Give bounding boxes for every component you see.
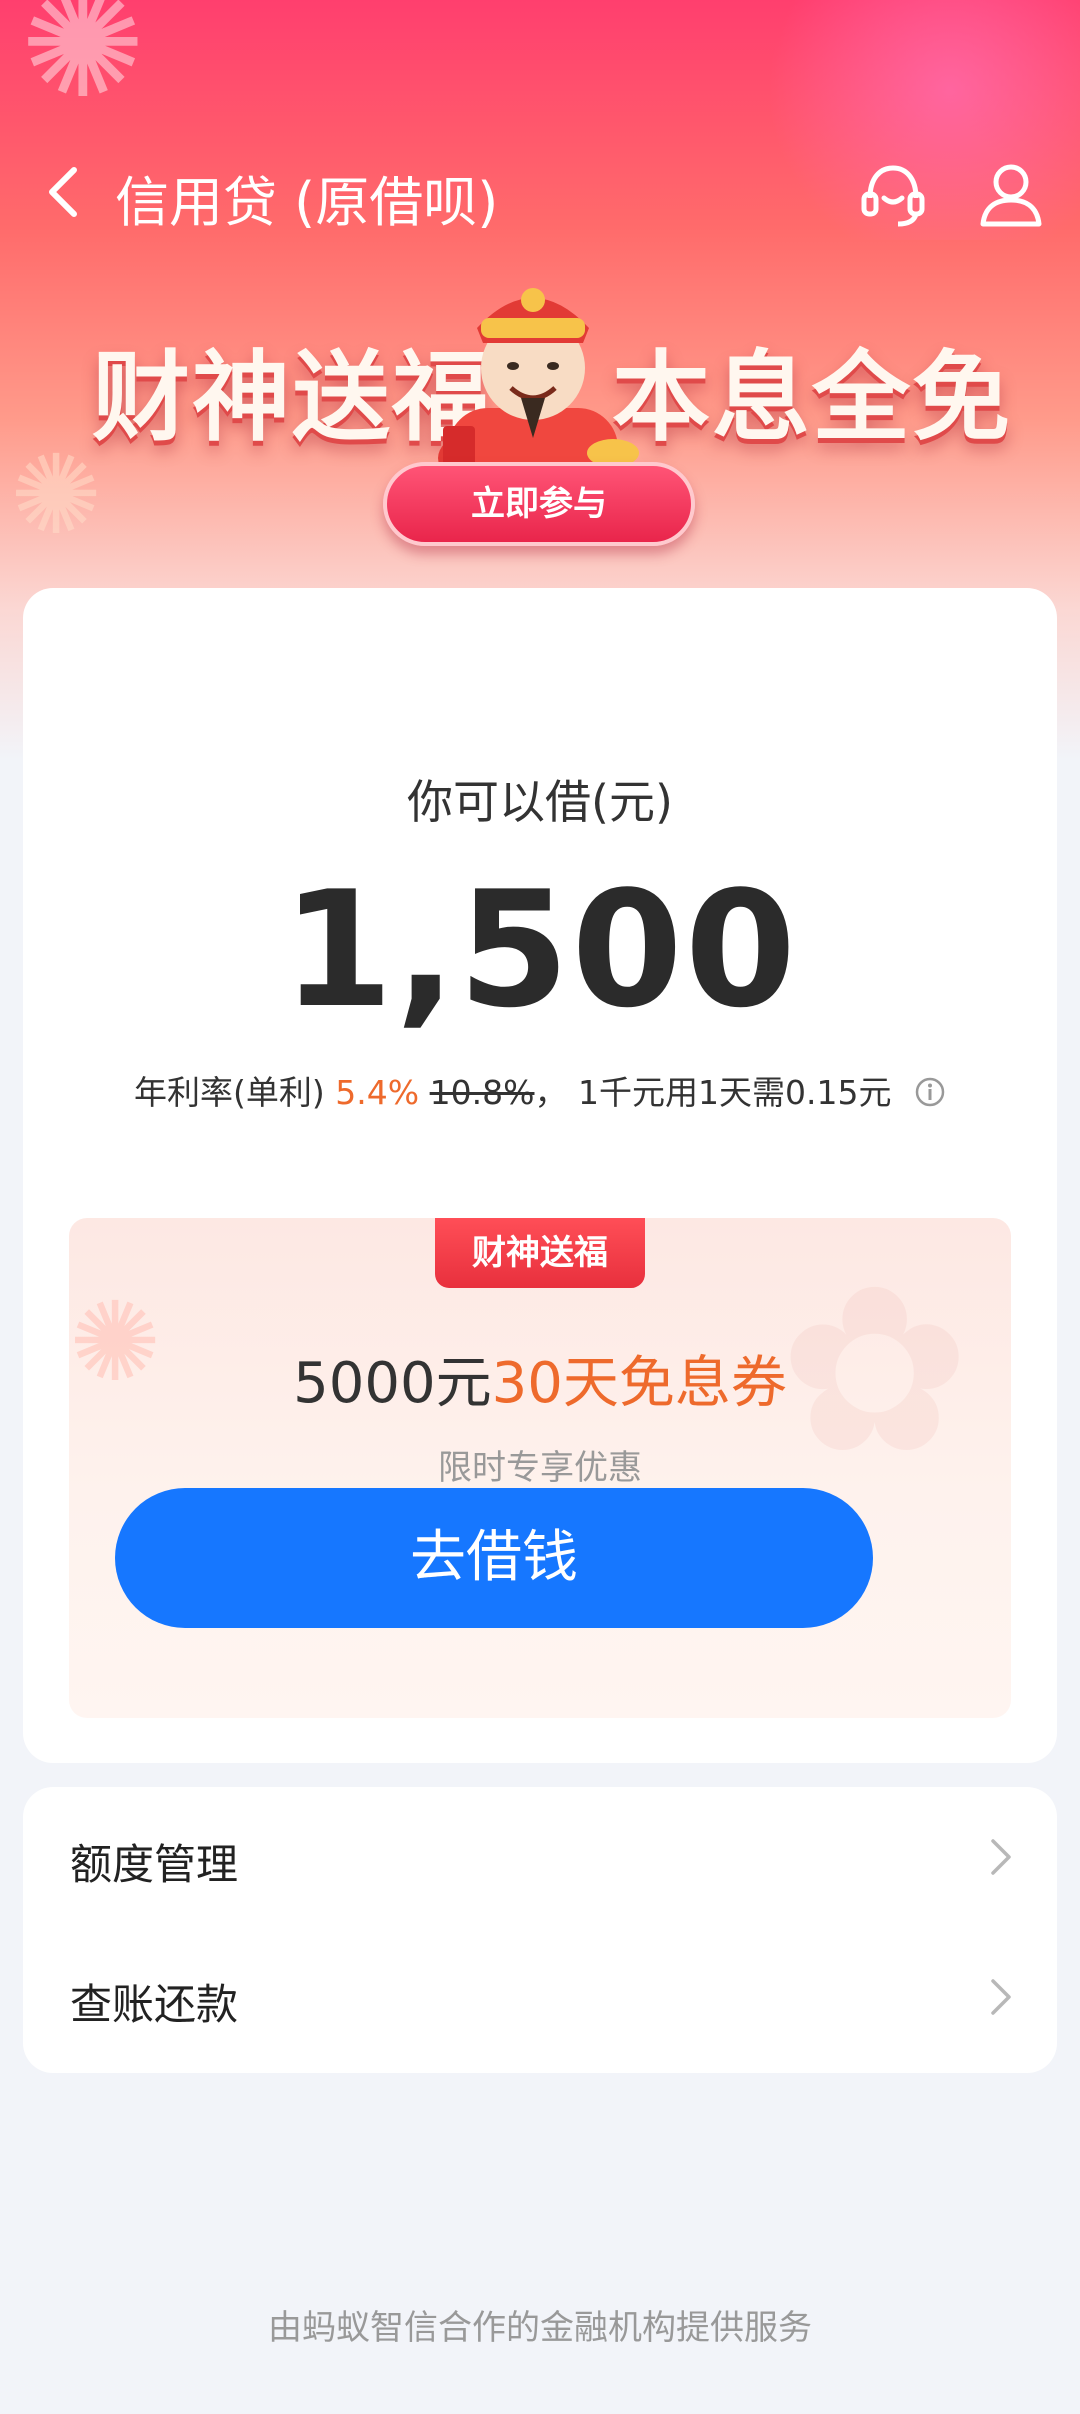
sparkle-decoration: ✺ — [10, 431, 103, 559]
sparkle-decoration: ✺ — [20, 0, 146, 132]
back-chevron-icon[interactable] — [36, 162, 96, 222]
loan-card: 你可以借(元) 1,500 年利率(单利) 5.4% 10.8%， 1千元用1天… — [23, 588, 1057, 1763]
info-icon[interactable] — [914, 1076, 946, 1108]
rate-current: 5.4% — [335, 1073, 420, 1112]
rate-separator: ， — [534, 1073, 568, 1112]
chevron-right-icon — [991, 1839, 1011, 1875]
menu-item-label: 额度管理 — [70, 1840, 239, 1889]
top-bar: 信用贷 (原借呗) — [0, 140, 1080, 250]
menu-card: 额度管理 查账还款 — [23, 1787, 1057, 2073]
promo-subtitle: 限时专享优惠 — [438, 1448, 642, 1488]
loan-amount: 1,500 — [281, 856, 799, 1043]
footer-disclaimer: 由蚂蚁智信合作的金融机构提供服务 — [268, 2308, 812, 2348]
promo-tag: 财神送福 — [435, 1218, 645, 1288]
promo-title: 5000元30天免息券 — [69, 1338, 1011, 1419]
menu-item-label: 查账还款 — [70, 1980, 239, 2029]
interest-rate-row: 年利率(单利) 5.4% 10.8%， 1千元用1天需0.15元 — [23, 1066, 1057, 1114]
promo-panel: ✺ ✿ 财神送福 5000元30天免息券 限时专享优惠 — [69, 1218, 1011, 1718]
chevron-right-icon — [991, 1979, 1011, 2015]
headset-icon[interactable] — [858, 160, 928, 230]
menu-item-credit-management[interactable]: 额度管理 — [23, 1787, 1057, 1927]
user-icon[interactable] — [975, 158, 1047, 230]
can-borrow-label: 你可以借(元) — [407, 775, 673, 829]
rate-daily-cost: 1千元用1天需0.15元 — [577, 1073, 892, 1112]
menu-item-bills-repayment[interactable]: 查账还款 — [23, 1927, 1057, 2067]
fortune-god-mascot — [438, 288, 639, 488]
promo-amount: 5000元 — [293, 1351, 492, 1416]
banner-title-right: 本息全免 — [612, 341, 1013, 455]
rate-original: 10.8% — [429, 1073, 535, 1112]
page-title: 信用贷 (原借呗) — [115, 171, 499, 234]
promo-coupon: 30天免息券 — [491, 1351, 787, 1416]
borrow-button[interactable]: 去借钱 — [115, 1488, 873, 1628]
rate-label: 年利率(单利) — [134, 1073, 325, 1112]
join-now-button[interactable]: 立即参与 — [383, 462, 695, 546]
